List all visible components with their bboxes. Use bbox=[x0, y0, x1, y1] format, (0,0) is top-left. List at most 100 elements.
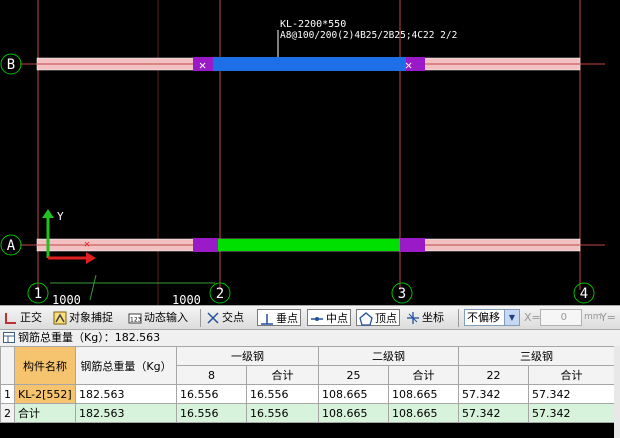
cad-drawing-canvas[interactable]: ✕ ✕ KL-2200*550 A8@100/200(2)4B25/2B25;4… bbox=[0, 0, 620, 305]
cell-g1-8[interactable]: 16.556 bbox=[176, 403, 247, 423]
perpendicular-icon bbox=[261, 314, 273, 325]
svg-text:4: 4 bbox=[580, 286, 588, 302]
vertical-scrollbar[interactable] bbox=[614, 346, 620, 438]
total-weight-bar: 钢筋总重量（Kg）：182.563 bbox=[0, 330, 620, 346]
ucs-y-label: Y bbox=[57, 210, 64, 223]
header-grade3[interactable]: 三级钢 bbox=[458, 346, 615, 366]
ortho-button[interactable]: 正交 bbox=[4, 309, 42, 326]
intersection-icon bbox=[207, 312, 219, 324]
table-header-row: 构件名称 钢筋总重量（Kg） 一级钢 二级钢 三级钢 bbox=[0, 346, 615, 385]
offset-mode-select[interactable]: 不偏移 ▼ bbox=[464, 309, 520, 326]
cell-g2-25[interactable]: 108.665 bbox=[318, 384, 389, 404]
cell-member-name[interactable]: 合计 bbox=[14, 403, 76, 423]
beam-label-line2[interactable]: A8@100/200(2)4B25/2B25;4C22 2/2 bbox=[280, 30, 457, 41]
vertex-snap-button[interactable]: 顶点 bbox=[356, 309, 400, 326]
beam-label-line1[interactable]: KL-2200*550 bbox=[280, 19, 346, 30]
dimension-text-1: 1000 bbox=[52, 293, 81, 305]
axis-bubble-2: 2 bbox=[209, 282, 231, 304]
row-number[interactable]: 2 bbox=[0, 403, 15, 423]
header-grade2[interactable]: 二级钢 bbox=[318, 346, 459, 366]
svg-text:B: B bbox=[7, 57, 15, 73]
coordinate-snap-button[interactable]: 坐标 bbox=[406, 309, 444, 326]
svg-text:3: 3 bbox=[398, 286, 406, 302]
cell-g1-8[interactable]: 16.556 bbox=[176, 384, 247, 404]
toolbar-separator bbox=[200, 309, 201, 327]
beam-a-reinforced-span[interactable] bbox=[218, 239, 400, 251]
midpoint-snap-button[interactable]: 中点 bbox=[307, 309, 351, 326]
dynamic-input-icon: 123 bbox=[128, 313, 142, 324]
axis-bubble-A: A bbox=[0, 234, 22, 256]
cell-g3-sum[interactable]: 57.342 bbox=[528, 403, 615, 423]
cell-g2-25[interactable]: 108.665 bbox=[318, 403, 389, 423]
svg-text:123: 123 bbox=[130, 317, 142, 324]
perpendicular-snap-button[interactable]: 垂点 bbox=[257, 309, 301, 326]
header-member-name[interactable]: 构件名称 bbox=[14, 346, 76, 385]
x-coordinate-value: 0 bbox=[560, 312, 567, 323]
cell-total-weight[interactable]: 182.563 bbox=[75, 384, 177, 404]
perpendicular-label: 垂点 bbox=[276, 312, 298, 325]
cell-g1-sum[interactable]: 16.556 bbox=[246, 403, 319, 423]
header-g1-total[interactable]: 合计 bbox=[246, 365, 319, 385]
chevron-down-icon[interactable]: ▼ bbox=[504, 310, 519, 325]
y-coordinate-label: Y= bbox=[600, 311, 616, 324]
cell-g3-sum[interactable]: 57.342 bbox=[528, 384, 615, 404]
header-g1-dia[interactable]: 8 bbox=[176, 365, 247, 385]
x-unit-label: mm bbox=[584, 312, 602, 322]
beam-b-selected-span[interactable] bbox=[213, 57, 406, 71]
vertex-icon bbox=[359, 312, 373, 326]
intersection-snap-button[interactable]: 交点 bbox=[206, 309, 244, 326]
cell-g3-22[interactable]: 57.342 bbox=[458, 384, 529, 404]
x-coordinate-label: X= bbox=[524, 311, 541, 324]
header-g2-dia[interactable]: 25 bbox=[318, 365, 389, 385]
coordinate-icon bbox=[407, 312, 419, 324]
table-icon bbox=[3, 332, 15, 343]
ortho-icon bbox=[5, 313, 16, 324]
ortho-label: 正交 bbox=[20, 311, 42, 324]
beam-a-support-left[interactable] bbox=[193, 238, 218, 252]
toolbar-separator bbox=[458, 309, 459, 327]
ucs-icon: Y ✕ bbox=[42, 209, 96, 264]
beam-b-endpoint-right[interactable]: ✕ bbox=[405, 58, 412, 72]
object-snap-label: 对象捕捉 bbox=[69, 311, 113, 324]
axis-bubble-4: 4 bbox=[573, 282, 595, 304]
axis-bubble-B: B bbox=[0, 53, 22, 75]
x-coordinate-input[interactable]: 0 bbox=[540, 309, 582, 326]
header-g3-dia[interactable]: 22 bbox=[458, 365, 529, 385]
dimension-text-2: 1000 bbox=[172, 293, 201, 305]
total-weight-summary: 钢筋总重量（Kg）：182.563 bbox=[18, 331, 161, 344]
table-row[interactable]: 1 KL-2[552] 182.563 16.556 16.556 108.66… bbox=[0, 384, 615, 404]
cell-g1-sum[interactable]: 16.556 bbox=[246, 384, 319, 404]
intersection-label: 交点 bbox=[222, 311, 244, 324]
axis-bubble-1: 1 bbox=[27, 282, 49, 304]
axis-bubble-3: 3 bbox=[391, 282, 413, 304]
header-grade1[interactable]: 一级钢 bbox=[176, 346, 319, 366]
cell-total-weight[interactable]: 182.563 bbox=[75, 403, 177, 423]
cell-g2-sum[interactable]: 108.665 bbox=[388, 403, 459, 423]
beam-a-support-right[interactable] bbox=[400, 238, 425, 252]
cad-drawing[interactable]: ✕ ✕ KL-2200*550 A8@100/200(2)4B25/2B25;4… bbox=[0, 0, 620, 305]
coordinate-label: 坐标 bbox=[422, 311, 444, 324]
beam-b-endpoint-left[interactable]: ✕ bbox=[199, 58, 206, 72]
midpoint-icon bbox=[311, 317, 323, 321]
dynamic-input-button[interactable]: 123 动态输入 bbox=[128, 309, 188, 326]
cell-g3-22[interactable]: 57.342 bbox=[458, 403, 529, 423]
rebar-weight-table: 构件名称 钢筋总重量（Kg） 一级钢 二级钢 三级钢 8 合计 25 合计 22… bbox=[0, 346, 615, 423]
header-total-weight[interactable]: 钢筋总重量（Kg） bbox=[75, 346, 177, 385]
row-number[interactable]: 1 bbox=[0, 384, 15, 404]
vertex-label: 顶点 bbox=[375, 312, 397, 325]
object-snap-button[interactable]: 对象捕捉 bbox=[53, 309, 113, 326]
header-g2-total[interactable]: 合计 bbox=[388, 365, 459, 385]
offset-mode-value: 不偏移 bbox=[467, 311, 500, 324]
svg-text:2: 2 bbox=[216, 286, 224, 302]
svg-text:1: 1 bbox=[34, 286, 42, 302]
cell-member-name[interactable]: KL-2[552] bbox=[14, 384, 76, 404]
header-corner bbox=[0, 346, 15, 385]
svg-text:A: A bbox=[7, 238, 16, 254]
dynamic-input-label: 动态输入 bbox=[144, 311, 188, 324]
table-row[interactable]: 2 合计 182.563 16.556 16.556 108.665 108.6… bbox=[0, 403, 615, 423]
header-g3-total[interactable]: 合计 bbox=[528, 365, 615, 385]
ucs-x-label: ✕ bbox=[84, 239, 90, 250]
midpoint-label: 中点 bbox=[326, 312, 348, 325]
cell-g2-sum[interactable]: 108.665 bbox=[388, 384, 459, 404]
dim-tick-1 bbox=[89, 274, 97, 301]
